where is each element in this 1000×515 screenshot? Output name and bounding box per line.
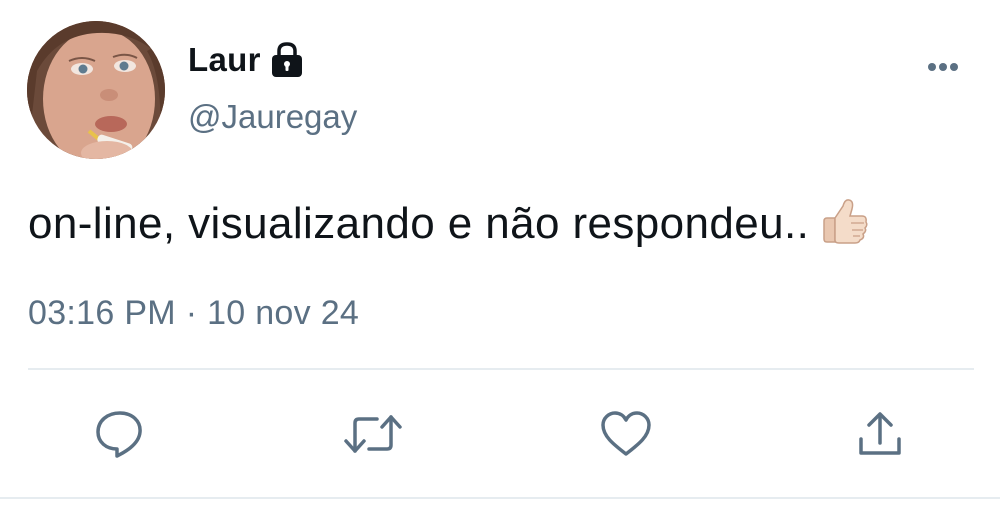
thumbs-up-icon	[821, 196, 869, 246]
retweet-arrows-icon	[343, 407, 403, 461]
lock-icon	[269, 41, 305, 79]
share-button[interactable]	[852, 406, 908, 462]
tweet-text-content: on-line, visualizando e não respondeu..	[28, 199, 810, 248]
share-upload-icon	[853, 407, 907, 461]
reply-button[interactable]	[92, 406, 148, 462]
divider-bottom	[0, 497, 1000, 499]
avatar[interactable]	[27, 21, 165, 159]
more-options-icon[interactable]	[920, 54, 966, 80]
heart-icon	[599, 407, 653, 461]
speech-bubble-icon	[93, 407, 147, 461]
tweet-card: Laur @Jauregay on-line, visualizando e n…	[0, 0, 1000, 515]
retweet-button[interactable]	[343, 406, 403, 462]
like-button[interactable]	[598, 406, 654, 462]
divider	[28, 368, 974, 370]
display-name-row: Laur	[188, 38, 305, 82]
timestamp[interactable]: 03:16 PM · 10 nov 24	[28, 294, 359, 333]
tweet-text: on-line, visualizando e não respondeu..	[28, 196, 978, 251]
timestamp-separator: ·	[185, 294, 198, 332]
tweet-date: 10 nov 24	[207, 294, 360, 332]
avatar-photo	[27, 21, 165, 159]
tweet-time: 03:16 PM	[28, 294, 176, 332]
user-handle[interactable]: @Jauregay	[188, 98, 357, 136]
display-name[interactable]: Laur	[188, 41, 261, 79]
